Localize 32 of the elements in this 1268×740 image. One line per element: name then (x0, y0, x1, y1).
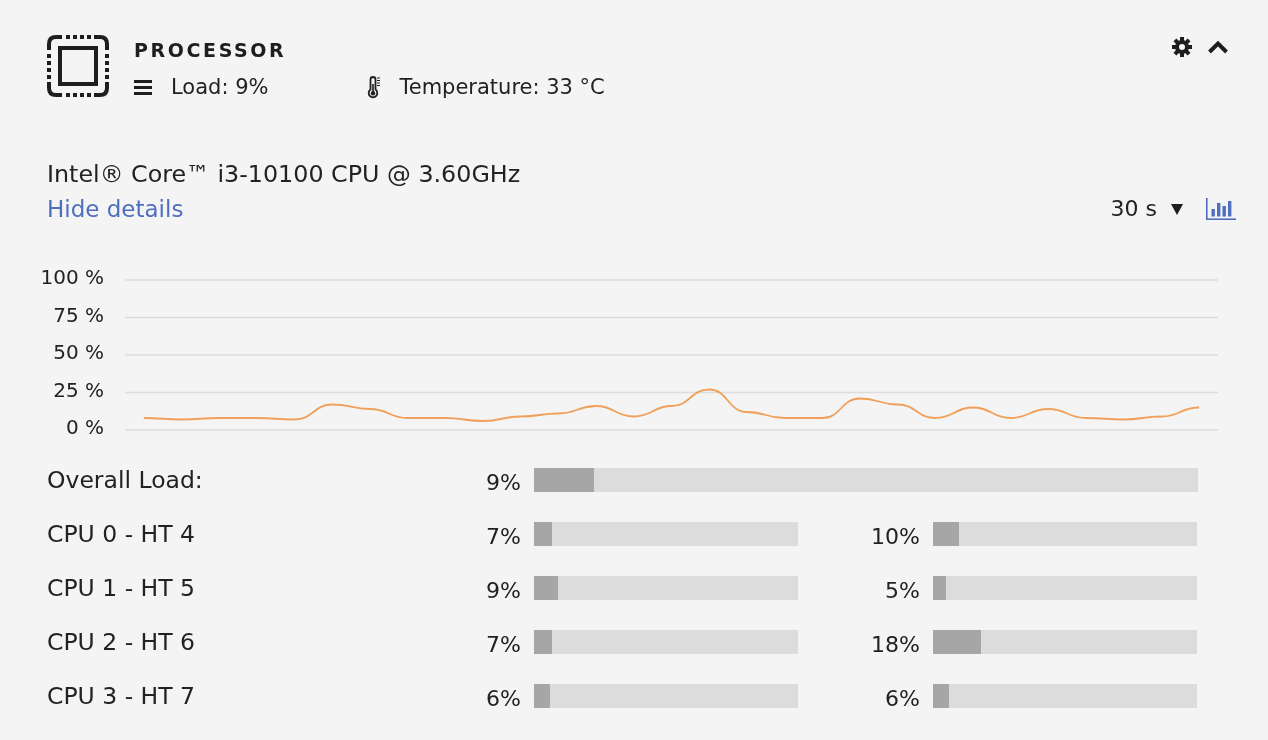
load-percent: 7% (485, 523, 521, 551)
processor-chip-icon (47, 35, 109, 97)
overall-load-label: Overall Load: (47, 466, 204, 494)
load-percent: 7% (485, 631, 521, 659)
load-percent: 6% (884, 685, 920, 713)
bar-chart-icon[interactable] (1206, 198, 1236, 220)
temperature-text: Temperature: 33 °C (399, 74, 605, 100)
load-percent: 6% (485, 685, 521, 713)
load-percent: 9% (485, 577, 521, 605)
chevron-icon[interactable] (1207, 40, 1229, 54)
y-axis-label: 75 % (53, 302, 104, 327)
hide-details-link[interactable]: Hide details (47, 195, 184, 223)
y-axis-label: 100 % (40, 265, 104, 289)
list-icon (134, 79, 152, 95)
interval-dropdown[interactable]: 30 s (1110, 195, 1183, 223)
cpu-core-label: CPU 2 - HT 6 (47, 628, 197, 656)
y-axis-label: 50 % (53, 340, 104, 364)
load-percent: 9% (485, 469, 521, 497)
y-axis-label: 0 % (65, 415, 104, 439)
caret-down-icon (1171, 203, 1183, 215)
load-percent: 18% (870, 631, 920, 659)
settings-icon[interactable] (1172, 37, 1192, 57)
cpu-core-label: CPU 0 - HT 4 (47, 520, 197, 548)
cpu-core-label: CPU 1 - HT 5 (47, 574, 197, 602)
y-axis-label: 25 % (53, 377, 104, 402)
panel-title: PROCESSOR (134, 38, 288, 62)
cpu-core-label: CPU 3 - HT 7 (47, 682, 197, 710)
load-percent: 10% (870, 523, 920, 551)
load-text: Load: 9% (171, 74, 269, 100)
thermometer-icon (367, 75, 381, 99)
cpu-model-name: Intel® Core™ i3-10100 CPU @ 3.60GHz (47, 160, 522, 188)
load-percent: 5% (884, 577, 920, 605)
